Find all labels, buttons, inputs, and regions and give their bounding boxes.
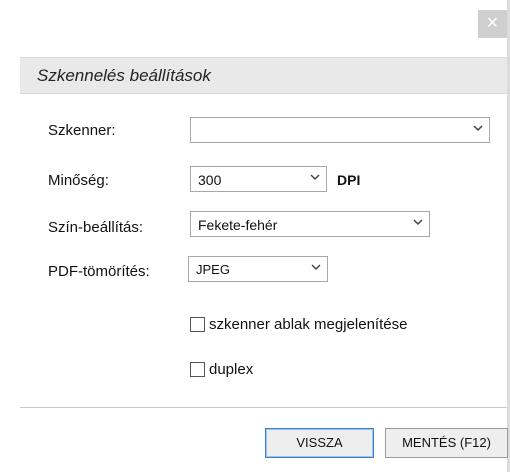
divider [20, 407, 507, 408]
quality-label: Minőség: [48, 172, 109, 189]
show-scanner-window-checkbox[interactable] [190, 317, 205, 332]
close-button[interactable]: × [478, 10, 507, 38]
chevron-down-icon [473, 122, 483, 136]
pdf-compression-select-value: JPEG [196, 262, 230, 277]
chevron-down-icon [311, 261, 321, 275]
quality-select-value: 300 [198, 172, 222, 188]
back-button[interactable]: VISSZA [265, 428, 374, 458]
show-scanner-window-label[interactable]: szkenner ablak megjelenítése [209, 316, 407, 333]
dpi-unit-label: DPI [337, 172, 361, 188]
color-select[interactable]: Fekete-fehér [190, 211, 430, 237]
save-button[interactable]: MENTÉS (F12) [385, 428, 508, 458]
quality-select[interactable]: 300 [190, 166, 327, 192]
color-select-value: Fekete-fehér [198, 217, 278, 233]
section-header: Szkennelés beállítások [20, 57, 507, 94]
duplex-checkbox[interactable] [190, 362, 205, 377]
section-title: Szkennelés beállítások [37, 66, 211, 85]
scanner-label: Szkenner: [48, 122, 116, 139]
close-icon: × [486, 12, 499, 34]
chevron-down-icon [310, 171, 320, 185]
chevron-down-icon [413, 216, 423, 230]
pdf-compression-select[interactable]: JPEG [188, 256, 328, 282]
color-label: Szín-beállítás: [48, 219, 144, 236]
scanner-select[interactable] [190, 117, 490, 143]
duplex-label[interactable]: duplex [209, 361, 253, 378]
pdf-compression-label: PDF-tömörítés: [48, 263, 150, 280]
